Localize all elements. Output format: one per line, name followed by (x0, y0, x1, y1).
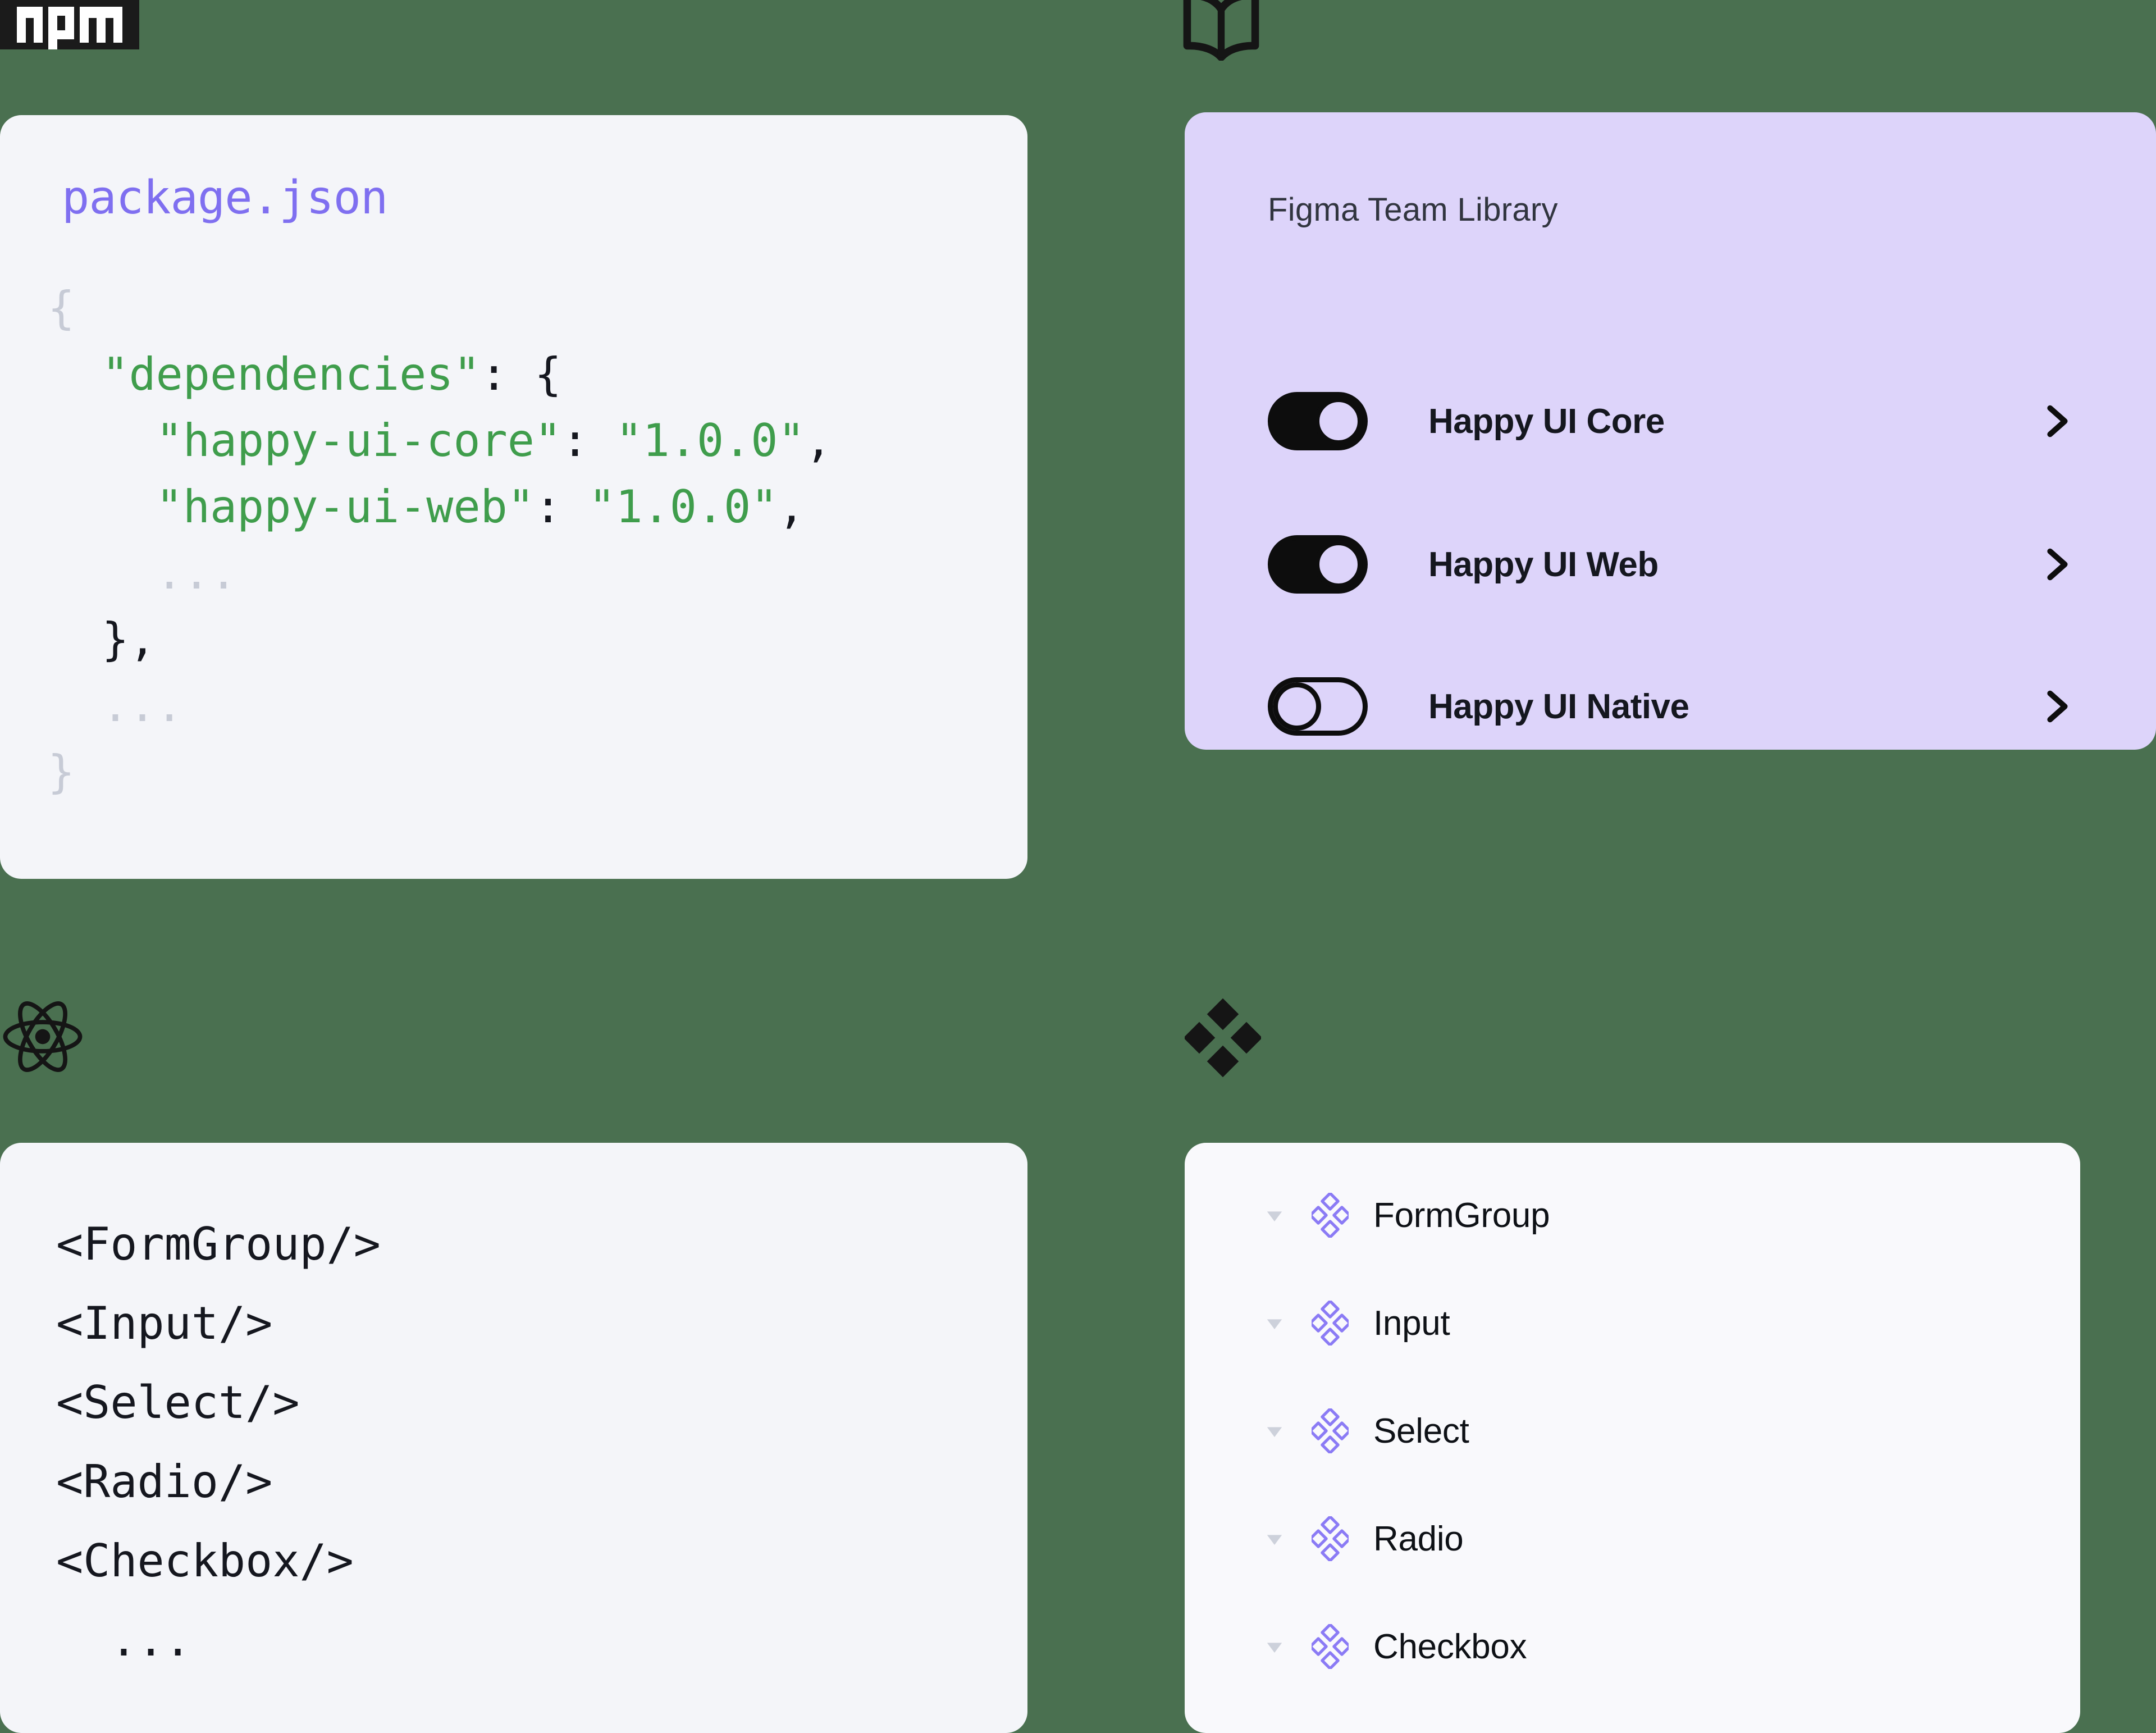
caret-down-icon[interactable] (1262, 1419, 1287, 1443)
chevron-right-icon[interactable] (2037, 545, 2076, 584)
figma-component-icon (1309, 1299, 1351, 1347)
layer-row-label: Checkbox (1373, 1627, 1527, 1666)
layer-row-label: Input (1373, 1303, 1450, 1343)
library-row-happy-ui-native[interactable]: Happy UI Native (1268, 670, 2076, 743)
toggle-happy-ui-web[interactable] (1268, 535, 1368, 594)
layer-row-label: Select (1373, 1411, 1469, 1451)
toggle-happy-ui-native[interactable] (1268, 677, 1368, 736)
book-icon (1179, 0, 1263, 61)
jsx-line: <Select/> (56, 1376, 300, 1429)
figma-component-icon (1183, 998, 1263, 1078)
react-components-card: <FormGroup/> <Input/> <Select/> <Radio/>… (0, 1143, 1027, 1733)
figma-component-icon (1309, 1407, 1351, 1454)
jsx-line: <Radio/> (56, 1456, 273, 1508)
figma-component-icon (1309, 1623, 1351, 1670)
library-row-happy-ui-core[interactable]: Happy UI Core (1268, 385, 2076, 458)
jsx-line: ... (56, 1614, 191, 1666)
toggle-happy-ui-core[interactable] (1268, 392, 1368, 450)
figma-layers-card: FormGroup Input Select Radio Checkbox (1185, 1143, 2080, 1733)
jsx-line: <Checkbox/> (56, 1535, 354, 1587)
figma-component-icon (1309, 1192, 1351, 1239)
package-json-card: package.json { "dependencies": { "happy-… (0, 115, 1027, 879)
npm-logo (0, 0, 139, 49)
figma-team-library-title: Figma Team Library (1268, 191, 1558, 228)
layer-row-label: FormGroup (1373, 1196, 1550, 1235)
figma-team-library-card: Figma Team Library Happy UI Core Happy U… (1185, 112, 2156, 750)
caret-down-icon[interactable] (1262, 1203, 1287, 1228)
react-icon (1, 995, 84, 1078)
package-json-filename: package.json (62, 171, 388, 225)
layer-row-formgroup[interactable]: FormGroup (1262, 1184, 1550, 1246)
package-json-code: { "dependencies": { "happy-ui-core": "1.… (48, 282, 832, 798)
toggle-knob (1314, 540, 1363, 589)
chevron-right-icon[interactable] (2037, 687, 2076, 726)
jsx-line: <Input/> (56, 1297, 273, 1349)
layer-row-radio[interactable]: Radio (1262, 1508, 1464, 1570)
layer-row-input[interactable]: Input (1262, 1292, 1450, 1354)
chevron-right-icon[interactable] (2037, 402, 2076, 441)
jsx-line: <FormGroup/> (56, 1218, 381, 1270)
caret-down-icon[interactable] (1262, 1526, 1287, 1551)
library-row-label: Happy UI Native (1428, 687, 1689, 726)
figma-component-icon (1309, 1515, 1351, 1562)
caret-down-icon[interactable] (1262, 1634, 1287, 1659)
library-row-label: Happy UI Web (1428, 545, 1659, 584)
canvas-root: package.json { "dependencies": { "happy-… (0, 0, 2156, 1733)
library-row-label: Happy UI Core (1428, 402, 1665, 441)
layer-row-checkbox[interactable]: Checkbox (1262, 1616, 1527, 1677)
layer-row-select[interactable]: Select (1262, 1400, 1469, 1462)
layer-row-label: Radio (1373, 1519, 1464, 1558)
toggle-knob (1314, 397, 1363, 445)
library-row-happy-ui-web[interactable]: Happy UI Web (1268, 528, 2076, 601)
toggle-knob (1273, 682, 1321, 731)
react-components-code: <FormGroup/> <Input/> <Select/> <Radio/>… (56, 1205, 381, 1680)
caret-down-icon[interactable] (1262, 1311, 1287, 1335)
